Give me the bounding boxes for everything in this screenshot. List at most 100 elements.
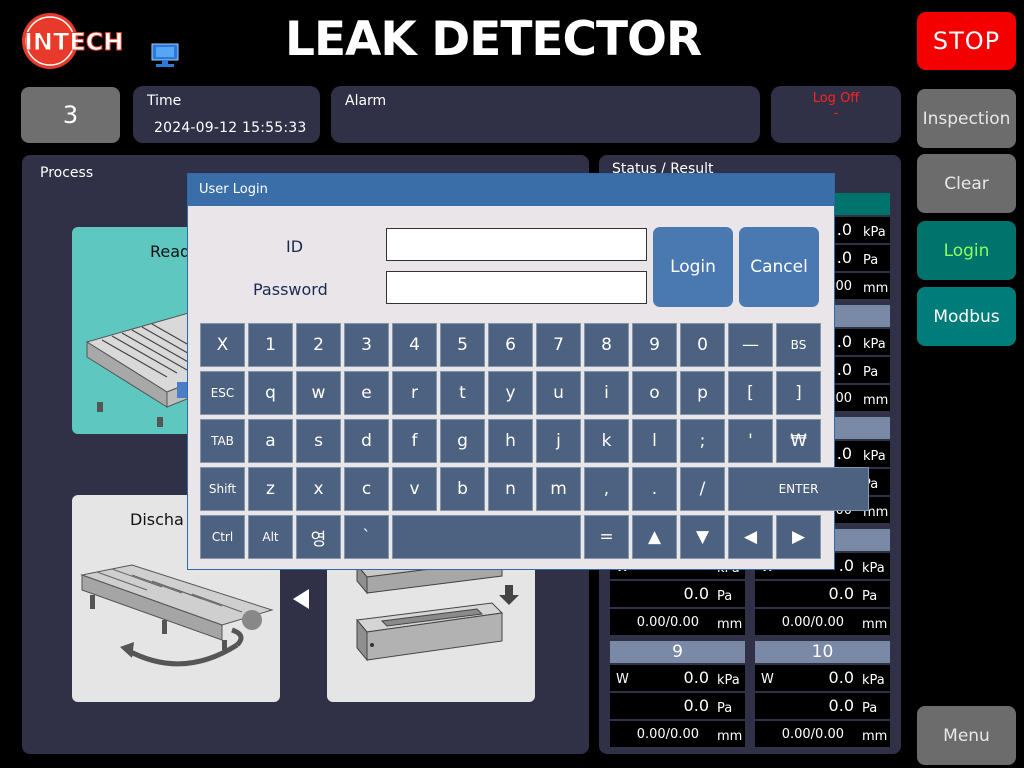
cell-row-kpa-partial: .0 kPa (835, 217, 890, 243)
key-period[interactable]: . (632, 467, 677, 511)
time-box: Time 2024-09-12 15:55:33 (133, 86, 320, 143)
key-comma[interactable]: , (584, 467, 629, 511)
key-4[interactable]: 4 (392, 323, 437, 367)
cell-8-mm-value: 0.00/0.00 (781, 615, 844, 630)
cell-7-mm-value: 0.00/0.00 (636, 615, 699, 630)
menu-button[interactable]: Menu (917, 706, 1016, 765)
key-p[interactable]: p (680, 371, 725, 415)
key-space[interactable] (392, 515, 581, 559)
key-l[interactable]: l (632, 419, 677, 463)
key-f[interactable]: f (392, 419, 437, 463)
cell-kpa-unit: kPa (863, 225, 886, 240)
cell-8-kpa-value: .0 (838, 556, 854, 575)
key-5[interactable]: 5 (440, 323, 485, 367)
cell-pa-value: .0 (836, 360, 852, 379)
key-alt[interactable]: Alt (248, 515, 293, 559)
id-label: ID (286, 237, 304, 256)
modbus-button[interactable]: Modbus (917, 287, 1016, 346)
key-v[interactable]: v (392, 467, 437, 511)
key-n[interactable]: n (488, 467, 533, 511)
key-e[interactable]: e (344, 371, 389, 415)
alarm-box: Alarm (331, 86, 760, 143)
user-status-box[interactable]: Log Off - (771, 86, 901, 143)
key-6[interactable]: 6 (488, 323, 533, 367)
key-o[interactable]: o (632, 371, 677, 415)
key-w[interactable]: w (296, 371, 341, 415)
key-0[interactable]: 0 (680, 323, 725, 367)
cell-9-pa-row: 0.0 Pa (610, 693, 745, 719)
key-slash[interactable]: / (680, 467, 725, 511)
key-u[interactable]: u (536, 371, 581, 415)
key-equals[interactable]: = (584, 515, 629, 559)
key-up-arrow[interactable]: ▲ (632, 515, 677, 559)
key-1[interactable]: 1 (248, 323, 293, 367)
key-t[interactable]: t (440, 371, 485, 415)
cell-pa-value: .0 (836, 248, 852, 267)
key-x[interactable]: x (296, 467, 341, 511)
inspection-button[interactable]: Inspection (917, 89, 1016, 148)
key-right-bracket[interactable]: ] (776, 371, 821, 415)
key-j[interactable]: j (536, 419, 581, 463)
key-enter[interactable]: ENTER (728, 467, 869, 511)
login-side-button[interactable]: Login (917, 221, 1016, 280)
cell-row-kpa-partial: .0 kPa (835, 329, 890, 355)
clear-button[interactable]: Clear (917, 154, 1016, 213)
key-lang[interactable]: 영 (296, 515, 341, 559)
key-y[interactable]: y (488, 371, 533, 415)
key-h[interactable]: h (488, 419, 533, 463)
cell-9-kpa-row: W 0.0 kPa (610, 665, 745, 691)
key-quote[interactable]: ' (728, 419, 773, 463)
key-m[interactable]: m (536, 467, 581, 511)
key-esc[interactable]: ESC (200, 371, 245, 415)
user-login-dialog: User Login ID Password Login Cancel X123… (187, 173, 869, 570)
key-q[interactable]: q (248, 371, 293, 415)
key-s[interactable]: s (296, 419, 341, 463)
key-b[interactable]: b (440, 467, 485, 511)
app-title: LEAK DETECTOR (285, 12, 702, 67)
key-d[interactable]: d (344, 419, 389, 463)
key-2[interactable]: 2 (296, 323, 341, 367)
key-won[interactable]: ₩ (776, 419, 821, 463)
key-g[interactable]: g (440, 419, 485, 463)
key-semicolon[interactable]: ; (680, 419, 725, 463)
key-i[interactable]: i (584, 371, 629, 415)
key-8[interactable]: 8 (584, 323, 629, 367)
id-input[interactable] (386, 228, 647, 261)
key-down-arrow[interactable]: ▼ (680, 515, 725, 559)
dialog-titlebar[interactable]: User Login (188, 174, 834, 206)
alarm-label: Alarm (345, 93, 387, 109)
cell-9-mm-unit: mm (717, 729, 743, 744)
key-9[interactable]: 9 (632, 323, 677, 367)
key-minus[interactable]: — (728, 323, 773, 367)
key-left-arrow[interactable]: ◀ (728, 515, 773, 559)
cell-7-mm-row: 0.00/0.00 mm (610, 609, 745, 635)
key-shift[interactable]: Shift (200, 467, 245, 511)
intech-logo: INTECH (20, 10, 126, 72)
process-label: Process (40, 165, 94, 181)
cell-mm-unit: mm (863, 281, 889, 296)
login-button[interactable]: Login (653, 227, 733, 307)
cell-head-partial (835, 417, 890, 439)
cell-head-partial (835, 305, 890, 327)
key-bs[interactable]: BS (776, 323, 821, 367)
password-input[interactable] (386, 271, 647, 304)
key-7[interactable]: 7 (536, 323, 581, 367)
key-ctrl[interactable]: Ctrl (200, 515, 245, 559)
key-a[interactable]: a (248, 419, 293, 463)
cell-9-prefix: W (616, 672, 629, 687)
key-right-arrow[interactable]: ▶ (776, 515, 821, 559)
key-tab[interactable]: TAB (200, 419, 245, 463)
key-c[interactable]: c (344, 467, 389, 511)
key-backtick[interactable]: ` (344, 515, 389, 559)
key-z[interactable]: z (248, 467, 293, 511)
cell-pa-unit: Pa (863, 365, 879, 380)
key-left-bracket[interactable]: [ (728, 371, 773, 415)
cell-7-pa-row: 0.0 Pa (610, 581, 745, 607)
key-r[interactable]: r (392, 371, 437, 415)
network-monitor-icon[interactable] (150, 42, 182, 70)
stop-button[interactable]: STOP (917, 12, 1016, 70)
key-3[interactable]: 3 (344, 323, 389, 367)
key-x[interactable]: X (200, 323, 245, 367)
key-k[interactable]: k (584, 419, 629, 463)
cancel-button[interactable]: Cancel (739, 227, 819, 307)
